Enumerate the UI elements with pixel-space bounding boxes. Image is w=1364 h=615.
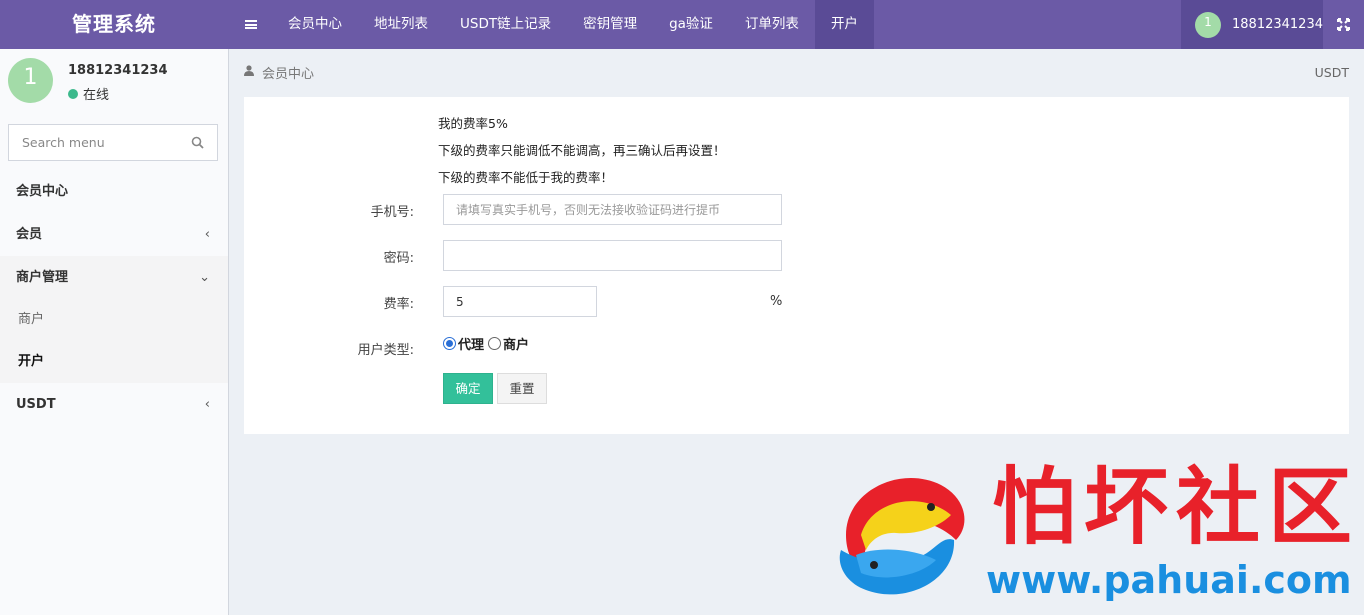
status-text: 在线	[83, 88, 110, 103]
user-phone: 18812341234	[1232, 17, 1323, 32]
sidebar-user-phone: 18812341234	[68, 63, 168, 78]
password-label: 密码:	[383, 251, 414, 266]
submenu-merchant: 商户 开户	[0, 299, 228, 383]
sidebar-item-label: USDT	[16, 397, 56, 412]
nav-order-list[interactable]: 订单列表	[729, 0, 815, 49]
nav-address-list[interactable]: 地址列表	[358, 0, 444, 49]
reset-button[interactable]: 重置	[497, 373, 547, 404]
open-account-form: 我的费率5% 下级的费率只能调低不能调高，再三确认后再设置！ 下级的费率不能低于…	[244, 97, 1349, 434]
sidebar-item-member[interactable]: 会员 ‹	[0, 213, 228, 256]
watermark: 怕坏社区 www.pahuai.com	[826, 458, 1356, 608]
avatar: 1	[1195, 11, 1221, 38]
radio-agent-label[interactable]: 代理	[458, 334, 484, 353]
fish-logo-icon	[839, 478, 965, 595]
sidebar-item-merchant-management[interactable]: 商户管理 ⌄	[0, 256, 228, 299]
sidebar-item-usdt[interactable]: USDT ‹	[0, 383, 228, 426]
rate-label: 费率:	[383, 297, 414, 312]
breadcrumb: 会员中心	[244, 63, 314, 82]
sidebar-item-merchant[interactable]: 商户	[0, 299, 228, 341]
sidebar-item-member-center[interactable]: 会员中心	[0, 170, 228, 213]
my-rate-info: 我的费率5%	[438, 116, 508, 131]
app-logo[interactable]: 管理系统	[0, 0, 228, 49]
top-nav: 会员中心 地址列表 USDT链上记录 密钥管理 ga验证 订单列表 开户	[272, 0, 874, 49]
nav-open-account[interactable]: 开户	[814, 0, 874, 49]
sidebar-menu: 会员中心 会员 ‹ 商户管理 ⌄ 商户 开户 USDT ‹	[0, 170, 228, 426]
nav-ga-verify[interactable]: ga验证	[653, 0, 729, 49]
hamburger-icon[interactable]	[241, 0, 261, 49]
chevron-left-icon: ‹	[204, 227, 210, 242]
sidebar-item-label: 商户管理	[16, 270, 69, 285]
sidebar-item-label: 会员	[16, 227, 43, 242]
rate-input[interactable]	[443, 286, 597, 317]
chevron-down-icon: ⌄	[199, 270, 210, 285]
online-status: 在线	[68, 84, 109, 103]
sidebar-item-label: 会员中心	[16, 184, 69, 199]
user-type-label: 用户类型:	[357, 343, 414, 358]
watermark-url: www.pahuai.com	[986, 558, 1352, 602]
radio-merchant[interactable]	[488, 337, 502, 350]
submit-button[interactable]: 确定	[443, 373, 493, 404]
search-input[interactable]	[9, 125, 179, 160]
password-input[interactable]	[443, 240, 782, 271]
watermark-title: 怕坏社区	[992, 458, 1361, 556]
nav-key-management[interactable]: 密钥管理	[567, 0, 653, 49]
breadcrumb-current[interactable]: 会员中心	[262, 63, 314, 82]
online-dot-icon	[68, 88, 78, 99]
nav-usdt-chain-records[interactable]: USDT链上记录	[444, 0, 567, 49]
phone-input[interactable]	[443, 194, 782, 225]
sidebar-search	[8, 124, 218, 161]
sidebar: 1 18812341234 在线 会员中心 会员 ‹ 商户管理 ⌄ 商户 开户 …	[0, 49, 229, 615]
search-icon[interactable]	[191, 136, 204, 153]
breadcrumb-right-label: USDT	[1314, 65, 1349, 80]
phone-label: 手机号:	[370, 205, 414, 220]
nav-member-center[interactable]: 会员中心	[272, 0, 358, 49]
radio-agent[interactable]	[443, 337, 456, 350]
avatar: 1	[8, 58, 53, 103]
rate-unit: %	[770, 294, 783, 309]
user-type-radio-group: 代理 商户	[443, 334, 533, 353]
chevron-left-icon: ‹	[204, 397, 210, 412]
rate-warning-2: 下级的费率不能低于我的费率！	[438, 170, 614, 185]
user-menu[interactable]: 1 18812341234	[1181, 0, 1323, 49]
top-navbar: 管理系统 会员中心 地址列表 USDT链上记录 密钥管理 ga验证 订单列表 开…	[0, 0, 1364, 49]
user-icon	[244, 65, 254, 80]
sidebar-item-open-account[interactable]: 开户	[0, 341, 228, 383]
rate-warning-1: 下级的费率只能调低不能调高，再三确认后再设置！	[438, 143, 726, 158]
radio-merchant-label[interactable]: 商户	[503, 334, 529, 353]
expand-icon[interactable]	[1323, 0, 1364, 49]
